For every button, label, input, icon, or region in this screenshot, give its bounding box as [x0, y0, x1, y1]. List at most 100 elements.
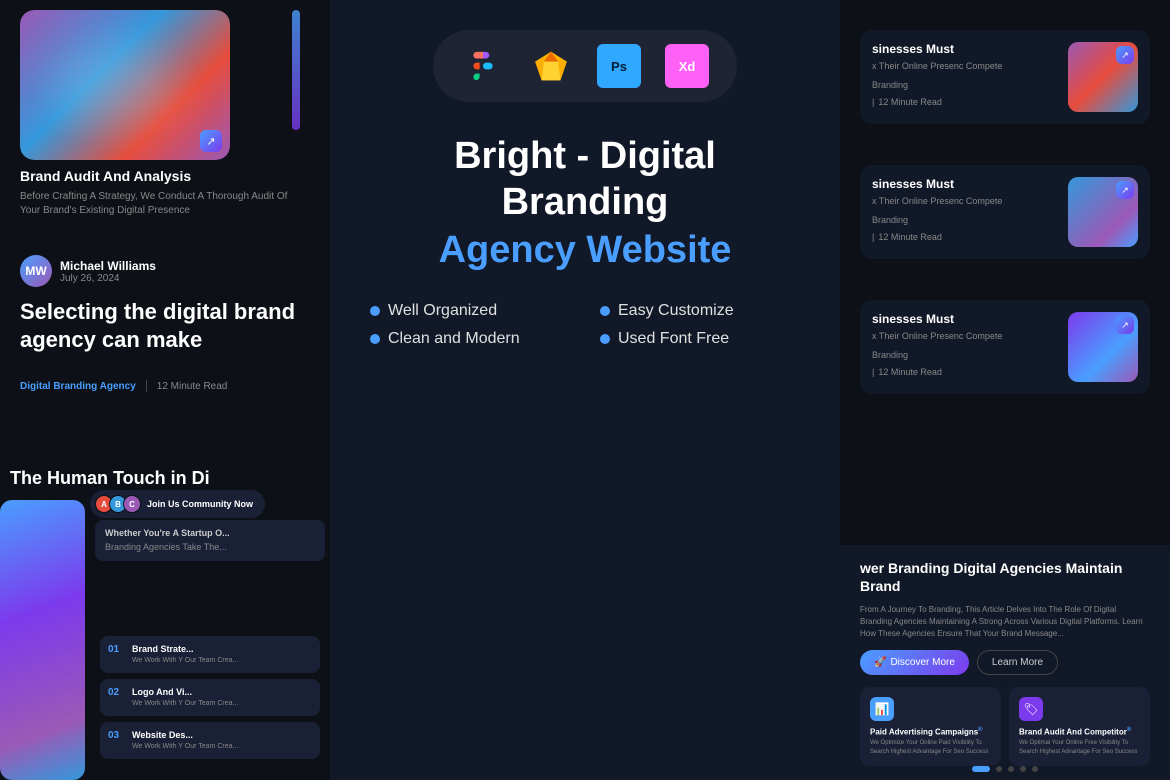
left-big-gradient	[0, 500, 85, 780]
right-learn-label: Learn More	[992, 657, 1043, 668]
article-item-1[interactable]: 01 Brand Strate... We Work With Y Our Te…	[100, 636, 320, 673]
paid-ads-icon: 📊	[870, 697, 894, 721]
left-card-desc: Before Crafting A Strategy, We Conduct A…	[20, 190, 310, 218]
right-card-3-desc-2: Branding	[872, 349, 1058, 362]
article-item-text-3: Website Des... We Work With Y Our Team C…	[132, 730, 238, 751]
right-card-3-title: sinesses Must	[872, 312, 1058, 326]
dot-5[interactable]	[1032, 766, 1038, 772]
right-card-2-desc-2: Branding	[872, 214, 1058, 227]
brand-audit-card: 🏷 Brand Audit And Competitor® We Optimal…	[1009, 687, 1150, 766]
article-item-desc-3: We Work With Y Our Team Crea...	[132, 742, 238, 751]
article-item-2[interactable]: 02 Logo And Vi... We Work With Y Our Tea…	[100, 679, 320, 716]
sketch-icon	[529, 44, 573, 88]
article-item-title-2: Logo And Vi...	[132, 687, 238, 697]
gradient-fill	[0, 500, 85, 780]
right-card-2-readtime: | 12 Minute Read	[872, 232, 1058, 242]
paid-ads-desc: We Optimize Your Online Paid Visibility …	[870, 739, 991, 756]
right-card-3-desc-1: x Their Online Presenc Compete	[872, 330, 1058, 343]
right-card-2-desc-1: x Their Online Presenc Compete	[872, 195, 1058, 208]
paid-ads-title: Paid Advertising Campaigns®	[870, 727, 991, 737]
divider	[146, 380, 147, 392]
ps-label: Ps	[611, 59, 627, 74]
right-card-2: sinesses Must x Their Online Presenc Com…	[860, 165, 1150, 259]
right-card-3: sinesses Must x Their Online Presenc Com…	[860, 300, 1150, 394]
author-date: July 26, 2024	[60, 273, 156, 284]
right-card-2-title: sinesses Must	[872, 177, 1058, 191]
article-list: 01 Brand Strate... We Work With Y Our Te…	[100, 636, 320, 765]
article-num-3: 03	[108, 730, 124, 741]
article-item-title-1: Brand Strate...	[132, 644, 238, 654]
photoshop-icon: Ps	[597, 44, 641, 88]
center-title: Bright - Digital Branding	[370, 134, 800, 225]
article-num-1: 01	[108, 644, 124, 655]
feature-dot-1	[370, 306, 380, 316]
feature-label-4: Used Font Free	[618, 330, 729, 348]
dot-2[interactable]	[996, 766, 1002, 772]
brand-audit-icon: 🏷	[1019, 697, 1043, 721]
left-bottom-title: The Human Touch in Di	[10, 468, 330, 490]
dot-3[interactable]	[1008, 766, 1014, 772]
brand-audit-title: Brand Audit And Competitor®	[1019, 727, 1140, 737]
figma-icon	[461, 44, 505, 88]
right-learn-btn[interactable]: Learn More	[977, 650, 1058, 675]
right-card-1-readtime: | 12 Minute Read	[872, 97, 1058, 107]
xd-label: Xd	[679, 59, 696, 74]
feature-label-2: Easy Customize	[618, 302, 734, 320]
features-grid: Well Organized Easy Customize Clean and …	[370, 302, 800, 348]
right-card-1-text: sinesses Must x Their Online Presenc Com…	[872, 42, 1058, 107]
article-item-3[interactable]: 03 Website Des... We Work With Y Our Tea…	[100, 722, 320, 759]
link-badge-icon[interactable]: ↗	[200, 130, 222, 152]
right-discover-label: Discover More	[890, 657, 954, 668]
community-pill[interactable]: A B C Join Us Community Now	[90, 490, 265, 518]
right-large-desc: From A Journey To Branding, This Article…	[860, 604, 1150, 640]
right-card-3-img: ↗	[1068, 312, 1138, 382]
author-info: Michael Williams July 26, 2024	[60, 259, 156, 284]
right-discover-btn[interactable]: 🚀 Discover More	[860, 650, 969, 675]
article-item-text-1: Brand Strate... We Work With Y Our Team …	[132, 644, 238, 665]
right-card-1-desc-1: x Their Online Presenc Compete	[872, 60, 1058, 73]
article-tags: Digital Branding Agency 12 Minute Read	[20, 380, 227, 392]
feature-item-1: Well Organized	[370, 302, 570, 320]
center-panel: Ps Xd Bright - Digital Branding Agency W…	[330, 0, 840, 780]
small-cards-row: 📊 Paid Advertising Campaigns® We Optimiz…	[860, 687, 1150, 766]
startup-bar: Whether You're A Startup O... Branding A…	[95, 520, 325, 561]
right-card-2-img: ↗	[1068, 177, 1138, 247]
article-item-text-2: Logo And Vi... We Work With Y Our Team C…	[132, 687, 238, 708]
right-large-header: wer Branding Digital Agencies Maintain B…	[860, 559, 1150, 595]
feature-dot-2	[600, 306, 610, 316]
feature-dot-4	[600, 334, 610, 344]
community-avatars: A B C	[95, 495, 141, 513]
author-name: Michael Williams	[60, 259, 156, 273]
right-card-3-text: sinesses Must x Their Online Presenc Com…	[872, 312, 1058, 377]
brand-audit-sup: ®	[1127, 727, 1131, 733]
gradient-image-1	[20, 10, 230, 160]
article-item-desc-2: We Work With Y Our Team Crea...	[132, 699, 238, 708]
author-avatar: MW	[20, 255, 52, 287]
article-headline: Selecting the digital brand agency can m…	[20, 298, 310, 353]
right-panel: sinesses Must x Their Online Presenc Com…	[840, 0, 1170, 780]
feature-label-1: Well Organized	[388, 302, 497, 320]
author-row: MW Michael Williams July 26, 2024	[20, 255, 156, 287]
left-card-title: Brand Audit And Analysis	[20, 168, 310, 184]
dot-1[interactable]	[972, 766, 990, 772]
right-card-2-text: sinesses Must x Their Online Presenc Com…	[872, 177, 1058, 242]
feature-label-3: Clean and Modern	[388, 330, 520, 348]
feature-item-2: Easy Customize	[600, 302, 800, 320]
tool-icons-bar: Ps Xd	[433, 30, 737, 102]
brand-audit-desc: We Optimal Your Online Free Visibility T…	[1019, 739, 1140, 756]
right-card-1-desc-2: Branding	[872, 79, 1058, 92]
avatar-3: C	[123, 495, 141, 513]
article-num-2: 02	[108, 687, 124, 698]
dot-4[interactable]	[1020, 766, 1026, 772]
left-panel: ↗ Brand Audit And Analysis Before Crafti…	[0, 0, 330, 780]
article-tag[interactable]: Digital Branding Agency	[20, 381, 136, 392]
paid-ads-sup: ®	[978, 727, 982, 733]
left-card-image: ↗	[20, 10, 230, 160]
right-card-1-title: sinesses Must	[872, 42, 1058, 56]
pagination-dots	[972, 766, 1038, 772]
right-card-1: sinesses Must x Their Online Presenc Com…	[860, 30, 1150, 124]
right-img-2-badge: ↗	[1116, 181, 1134, 199]
article-item-title-3: Website Des...	[132, 730, 238, 740]
community-text: Join Us Community Now	[147, 499, 253, 509]
right-img-3-badge: ↗	[1116, 316, 1134, 334]
